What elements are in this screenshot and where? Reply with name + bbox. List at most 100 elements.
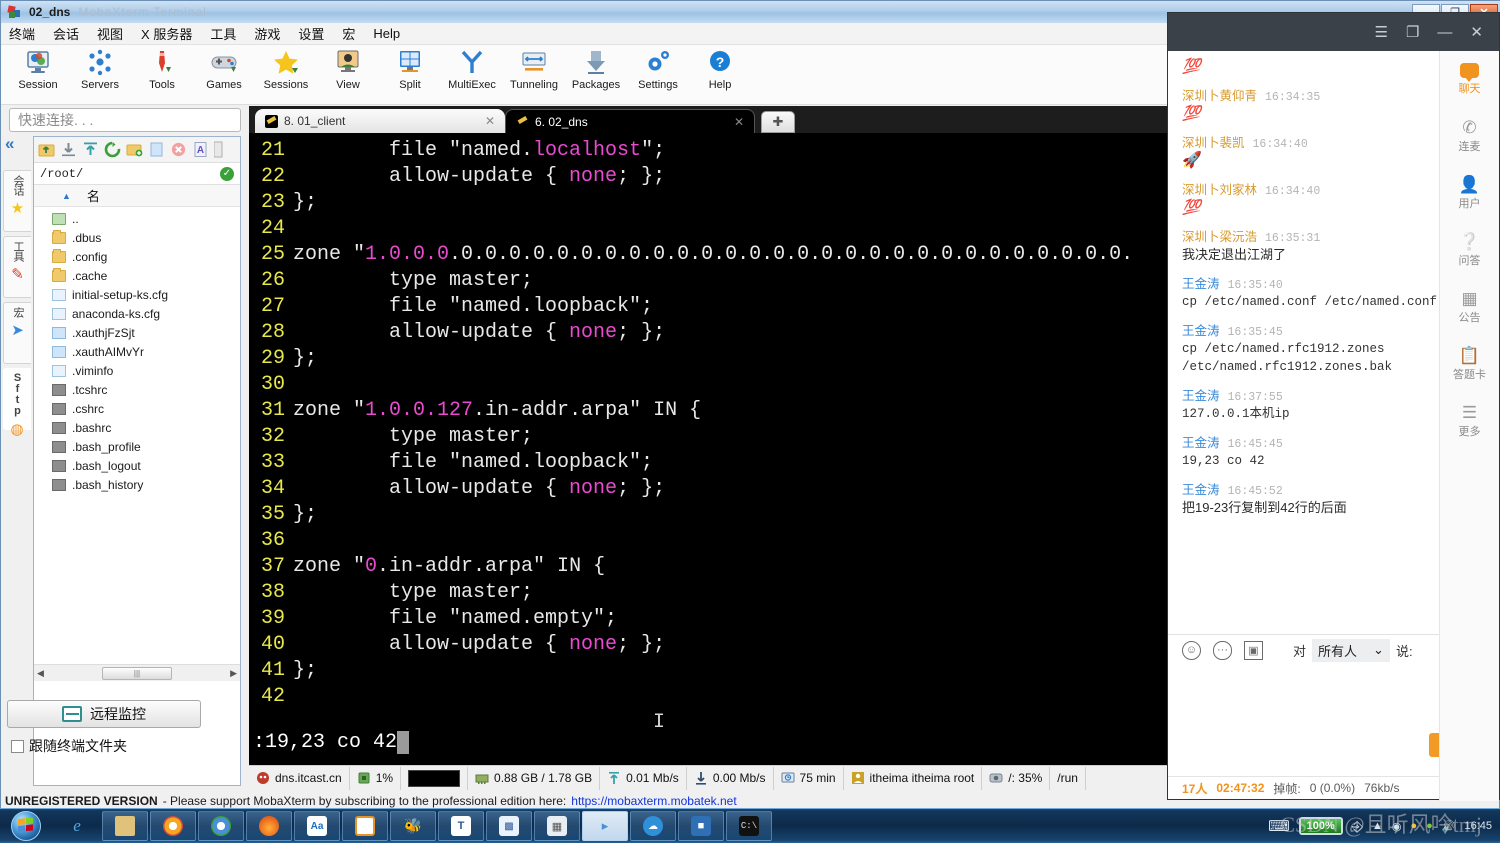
list-item[interactable]: .viminfo (34, 361, 240, 380)
toolbar-button-help[interactable]: ? Help (689, 45, 751, 91)
sidebar-tab-macros[interactable]: 宏 ➤ (3, 302, 31, 364)
list-item[interactable]: .bashrc (34, 418, 240, 437)
message-sender[interactable]: 深圳卜裴凯 (1182, 132, 1245, 151)
taskbar-item-remote[interactable]: ▩ (486, 811, 532, 841)
column-header-name[interactable]: 名 (87, 186, 100, 205)
list-item[interactable]: .tcshrc (34, 380, 240, 399)
chevron-down-icon[interactable]: ⌄ (1373, 642, 1384, 658)
toolbar-button-settings[interactable]: Settings (627, 45, 689, 91)
scroll-left-icon[interactable]: ◀ (37, 668, 44, 679)
chat-target-select[interactable]: 所有人 ⌄ (1312, 638, 1390, 662)
refresh-icon[interactable] (104, 141, 121, 158)
list-item[interactable]: .config (34, 247, 240, 266)
list-item[interactable]: .dbus (34, 228, 240, 247)
message-sender[interactable]: 王金涛 (1182, 273, 1220, 292)
horizontal-scrollbar[interactable]: ◀ ||| ▶ (34, 664, 240, 681)
menu-item-xserver[interactable]: X 服务器 (141, 24, 192, 43)
upload-icon[interactable] (82, 141, 99, 158)
taskbar-item-internet-explorer[interactable]: e (54, 811, 100, 841)
menu-item-view[interactable]: 视图 (97, 24, 123, 43)
message-sender[interactable]: 王金涛 (1182, 385, 1220, 404)
restore-icon[interactable]: ❐ (1406, 25, 1419, 40)
scroll-right-icon[interactable]: ▶ (230, 668, 237, 679)
start-button[interactable] (0, 810, 52, 843)
sftp-path-bar[interactable]: /root/ ✓ (34, 163, 240, 185)
download-icon[interactable] (60, 141, 77, 158)
list-item[interactable]: .. (34, 209, 240, 228)
chat-sidebar-item-announcement[interactable]: ▦ 公告 (1440, 279, 1499, 336)
taskbar-item-qq[interactable]: 🐝 (390, 811, 436, 841)
terminal-output[interactable]: 21 file "named.localhost"; 22 allow-upda… (249, 133, 1169, 763)
parent-folder-icon[interactable] (38, 141, 55, 158)
list-item[interactable]: anaconda-ks.cfg (34, 304, 240, 323)
delete-icon[interactable] (170, 141, 187, 158)
minimize-icon[interactable]: — (1437, 25, 1452, 40)
menu-icon[interactable]: ☰ (1375, 25, 1388, 40)
toolbar-button-tunneling[interactable]: Tunneling (503, 45, 565, 91)
new-tab-button[interactable]: ✚ (761, 111, 795, 133)
close-tab-icon[interactable]: ✕ (471, 114, 495, 128)
terminal-tab-02-dns[interactable]: 6. 02_dns ✕ (505, 109, 755, 133)
taskbar-item-word[interactable]: T (438, 811, 484, 841)
font-icon[interactable]: A (192, 141, 209, 158)
quick-reply-icon[interactable]: ··· (1213, 640, 1232, 660)
message-sender[interactable]: 王金涛 (1182, 479, 1220, 498)
list-item[interactable]: initial-setup-ks.cfg (34, 285, 240, 304)
menu-item-macros[interactable]: 宏 (342, 24, 355, 43)
chat-sidebar-item-answer-card[interactable]: 📋 答题卡 (1440, 336, 1499, 393)
message-sender[interactable]: 王金涛 (1182, 432, 1220, 451)
sidebar-tab-sessions[interactable]: 会话 ★ (3, 170, 31, 232)
terminal-tab-01-client[interactable]: 8. 01_client ✕ (255, 109, 505, 133)
mobaxterm-link[interactable]: https://mobaxterm.mobatek.net (571, 794, 736, 808)
taskbar-item-cmd[interactable]: C:\ (726, 811, 772, 841)
menu-item-terminal[interactable]: 终端 (9, 24, 35, 43)
sidebar-tab-tools[interactable]: 工具 ✎ (3, 236, 31, 298)
menu-item-session[interactable]: 会话 (53, 24, 79, 43)
chat-sidebar-item-mic[interactable]: ✆ 连麦 (1440, 108, 1499, 165)
menu-item-games[interactable]: 游戏 (254, 24, 280, 43)
list-item[interactable]: .cache (34, 266, 240, 285)
list-item[interactable]: .bash_profile (34, 437, 240, 456)
toolbar-button-split[interactable]: Split (379, 45, 441, 91)
menu-item-help[interactable]: Help (373, 26, 400, 41)
image-icon[interactable]: ▣ (1244, 640, 1263, 660)
taskbar-item-vmware[interactable]: ▸ (582, 811, 628, 841)
chat-sidebar-item-chat[interactable]: 聊天 (1440, 51, 1499, 108)
taskbar-item-firefox[interactable] (246, 811, 292, 841)
taskbar-item-mobaxterm[interactable]: ■ (678, 811, 724, 841)
message-sender[interactable]: 深圳卜梁沅浩 (1182, 226, 1257, 245)
taskbar-item-chrome-canary[interactable] (198, 811, 244, 841)
taskbar-item-calculator[interactable]: ▦ (534, 811, 580, 841)
emoji-icon[interactable]: ☺ (1182, 640, 1201, 660)
toolbar-button-packages[interactable]: Packages (565, 45, 627, 91)
remote-monitoring-button[interactable]: 远程监控 (7, 700, 201, 728)
toolbar-button-sessions[interactable]: Sessions (255, 45, 317, 91)
list-item[interactable]: .xauthjFzSjt (34, 323, 240, 342)
checkbox-box[interactable] (11, 739, 24, 753)
quick-connect-input[interactable]: 快速连接. . . (9, 108, 241, 132)
toolbar-button-view[interactable]: View (317, 45, 379, 91)
taskbar-item-dictionary[interactable]: Aa (294, 811, 340, 841)
menu-item-settings[interactable]: 设置 (298, 24, 324, 43)
chat-sidebar-item-users[interactable]: 👤 用户 (1440, 165, 1499, 222)
vim-command-line[interactable]: :19,23 co 42 (249, 729, 410, 755)
list-item[interactable]: .bash_logout (34, 456, 240, 475)
taskbar-item-file-explorer[interactable] (102, 811, 148, 841)
new-folder-icon[interactable] (126, 141, 143, 158)
toolbar-button-tools[interactable]: Tools (131, 45, 193, 91)
message-sender[interactable]: 深圳卜黄仰青 (1182, 85, 1257, 104)
sidebar-tab-sftp[interactable]: Sftp ◍ (3, 368, 31, 438)
taskbar-item-cloud[interactable]: ☁ (630, 811, 676, 841)
sort-ascending-icon[interactable]: ▲ (62, 191, 71, 201)
new-file-icon[interactable] (148, 141, 165, 158)
message-sender[interactable]: 王金涛 (1182, 320, 1220, 339)
message-sender[interactable]: 深圳卜刘家林 (1182, 179, 1257, 198)
toolbar-button-session[interactable]: Session (7, 45, 69, 91)
toolbar-button-servers[interactable]: Servers (69, 45, 131, 91)
list-item[interactable]: .cshrc (34, 399, 240, 418)
follow-terminal-folder-checkbox[interactable]: 跟随终端文件夹 (11, 736, 127, 756)
taskbar-item-phone-app[interactable] (342, 811, 388, 841)
list-item[interactable]: .xauthAIMvYr (34, 342, 240, 361)
close-tab-icon[interactable]: ✕ (720, 115, 744, 129)
list-item[interactable]: .bash_history (34, 475, 240, 494)
